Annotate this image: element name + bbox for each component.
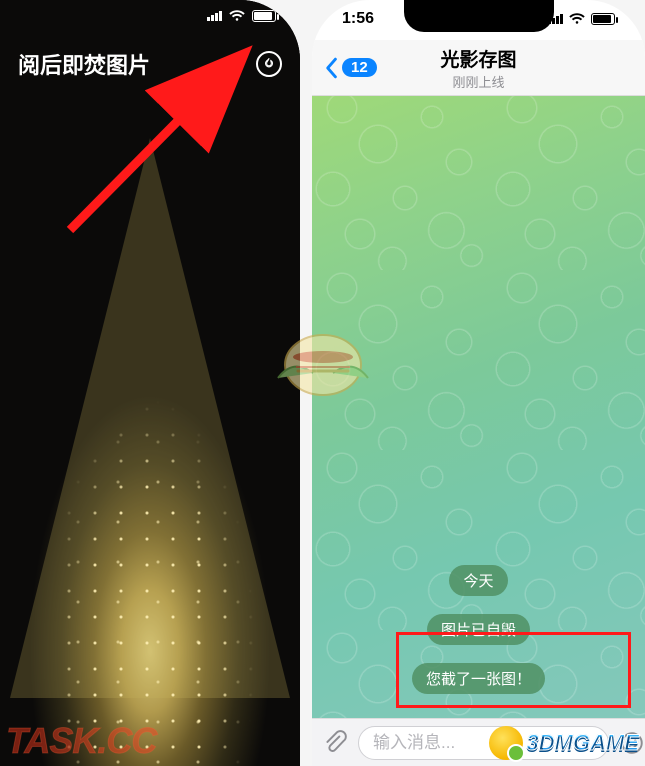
battery-icon [252, 10, 276, 22]
wifi-icon [228, 10, 246, 22]
chat-subtitle: 刚刚上线 [440, 72, 516, 91]
attach-icon[interactable] [322, 728, 348, 758]
notch [404, 0, 554, 32]
chat-title[interactable]: 光影存图 [440, 45, 516, 72]
two-phone-comparison: 阅后即焚图片 1:56 [0, 0, 645, 766]
unread-badge: 12 [342, 58, 377, 77]
sticker-icon[interactable] [619, 728, 645, 758]
wifi-icon [568, 13, 586, 25]
disappearing-photo-content [0, 0, 300, 766]
phone-right: 1:56 12 光影存图 刚刚上线 [312, 0, 645, 766]
system-messages: 今天 图片已自毁 您截了一张图！ [312, 559, 645, 700]
battery-icon [591, 13, 615, 25]
back-button[interactable]: 12 [324, 57, 377, 79]
phone-left: 阅后即焚图片 [0, 0, 300, 766]
chat-header: 12 光影存图 刚刚上线 [312, 40, 645, 96]
viewer-title: 阅后即焚图片 [18, 48, 150, 80]
chat-input-bar [312, 718, 645, 766]
status-time: 1:56 [342, 10, 374, 28]
status-bar-left [207, 10, 276, 22]
date-pill: 今天 [449, 565, 507, 596]
viewer-header: 阅后即焚图片 [0, 48, 300, 80]
system-message: 您截了一张图！ [412, 663, 545, 694]
chat-body[interactable]: 今天 图片已自毁 您截了一张图！ [312, 96, 645, 718]
chevron-left-icon [324, 57, 338, 79]
signal-icon [207, 11, 222, 21]
self-destruct-timer-icon[interactable] [256, 51, 282, 77]
system-message: 图片已自毁 [427, 614, 530, 645]
message-input[interactable] [358, 726, 609, 760]
